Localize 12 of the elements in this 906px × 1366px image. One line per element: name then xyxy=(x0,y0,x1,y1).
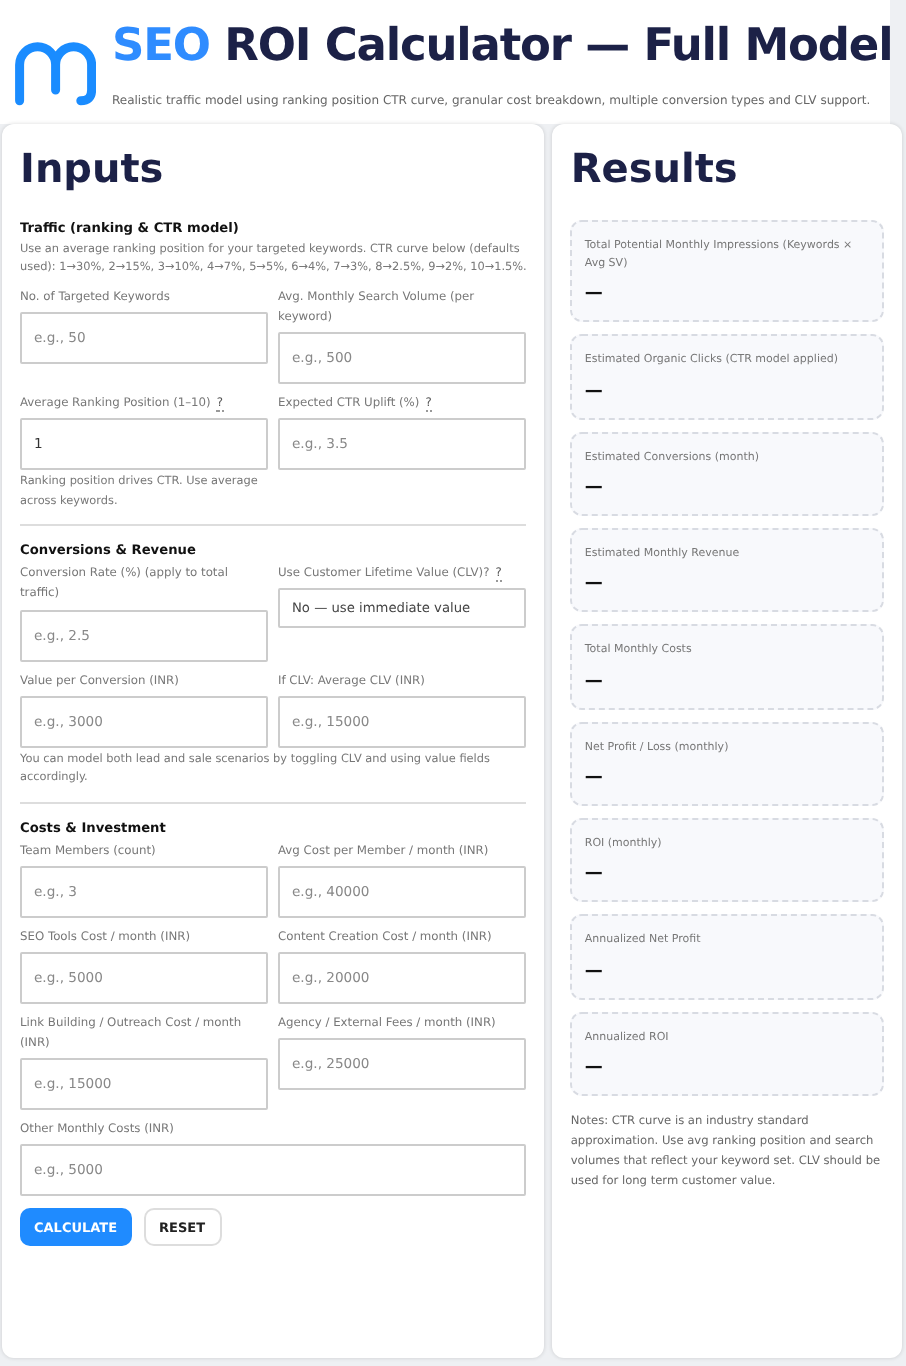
result-value: — xyxy=(584,383,605,402)
page-title: SEO ROI Calculator — Full Model xyxy=(112,20,892,72)
result-value: — xyxy=(584,479,605,498)
result-value: — xyxy=(584,866,605,885)
result-value: — xyxy=(584,1060,605,1079)
result-value: — xyxy=(584,963,605,982)
results-heading: Results xyxy=(570,143,740,192)
inputs-heading: Inputs xyxy=(20,143,166,192)
result-value: — xyxy=(584,673,605,692)
result-value: — xyxy=(584,576,605,595)
result-value: — xyxy=(584,770,605,788)
result-value: — xyxy=(584,286,605,305)
